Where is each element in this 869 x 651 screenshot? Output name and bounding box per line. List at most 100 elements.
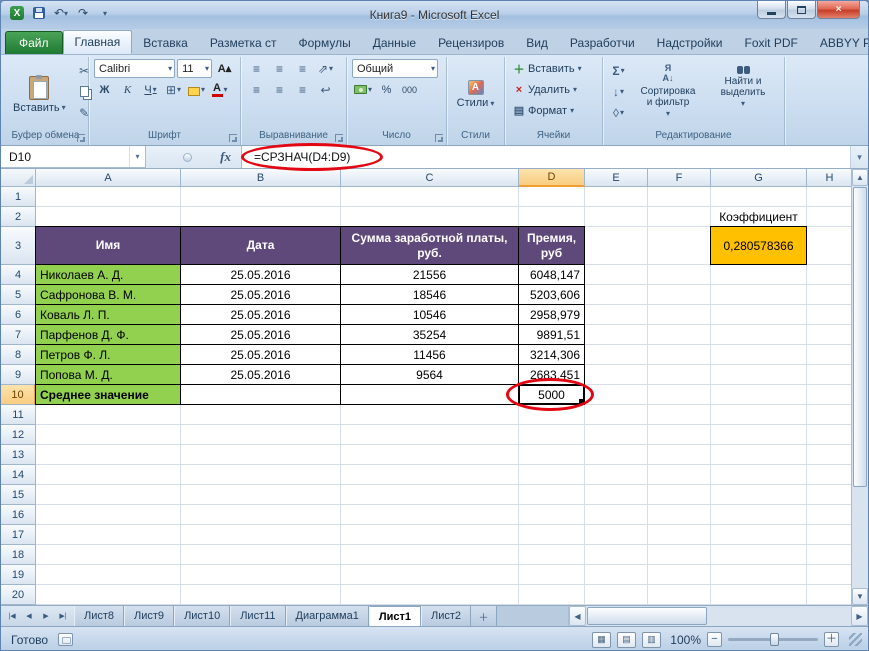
format-cells-button[interactable]: ▤ Формат ▾ — [510, 101, 597, 120]
horizontal-scroll-thumb[interactable] — [587, 607, 707, 625]
redo-button[interactable]: ↷ — [74, 5, 92, 21]
clipboard-dialog-launcher[interactable] — [77, 134, 85, 142]
bold-button[interactable]: Ж — [94, 80, 115, 99]
sort-filter-button[interactable]: Я А↓ Сортировка и фильтр ▾ — [632, 59, 704, 130]
cell-D7[interactable]: 9891,51 — [518, 324, 585, 345]
prev-sheet-icon[interactable]: ◀ — [21, 609, 37, 624]
column-header-E[interactable]: E — [585, 169, 648, 187]
save-button[interactable] — [30, 5, 48, 21]
cell-C3[interactable]: Сумма заработной платы, руб. — [340, 226, 519, 265]
vertical-scroll-track[interactable] — [852, 488, 868, 588]
row-header-4[interactable]: 4 — [1, 265, 36, 285]
scroll-down-icon[interactable]: ▼ — [852, 588, 868, 605]
row-header-5[interactable]: 5 — [1, 285, 36, 305]
cell-G2[interactable]: Коэффициент — [710, 206, 807, 227]
vertical-scrollbar[interactable]: ▲ ▼ — [851, 169, 868, 605]
row-header-16[interactable]: 16 — [1, 505, 36, 525]
orientation-button[interactable]: ⇗ ▾ — [315, 59, 336, 78]
delete-cells-button[interactable]: × Удалить ▾ — [510, 80, 597, 99]
row-header-14[interactable]: 14 — [1, 465, 36, 485]
ribbon-tab-2[interactable]: Вставка — [132, 32, 199, 54]
row-header-9[interactable]: 9 — [1, 365, 36, 385]
cell-B4[interactable]: 25.05.2016 — [180, 264, 341, 285]
undo-button[interactable]: ↶ ▾ — [52, 5, 70, 21]
ribbon-tab-7[interactable]: Вид — [515, 32, 559, 54]
sheet-tab-0[interactable]: Лист8 — [74, 606, 125, 626]
cell-A6[interactable]: Коваль Л. П. — [35, 304, 181, 325]
row-header-11[interactable]: 11 — [1, 405, 36, 425]
name-box[interactable]: D10 ▾ — [1, 146, 146, 168]
ribbon-tab-6[interactable]: Рецензиров — [427, 32, 515, 54]
percent-button[interactable]: % — [376, 80, 397, 99]
column-header-D[interactable]: D — [519, 169, 585, 187]
insert-worksheet-tab[interactable]: ＋ — [471, 606, 497, 626]
row-header-7[interactable]: 7 — [1, 325, 36, 345]
fill-color-button[interactable]: ▾ — [186, 80, 207, 99]
vertical-scroll-thumb[interactable] — [853, 187, 867, 487]
cell-A7[interactable]: Парфенов Д. Ф. — [35, 324, 181, 345]
cell-A10[interactable]: Среднее значение — [35, 384, 181, 405]
last-sheet-icon[interactable]: ▶| — [55, 609, 71, 624]
autosum-button[interactable]: Σ ▾ — [608, 61, 629, 80]
sheet-tab-3[interactable]: Лист11 — [230, 606, 286, 626]
cell-C4[interactable]: 21556 — [340, 264, 519, 285]
zoom-slider[interactable] — [728, 633, 818, 646]
app-icon[interactable]: X — [8, 5, 26, 21]
row-header-17[interactable]: 17 — [1, 525, 36, 545]
macro-record-icon[interactable] — [58, 633, 74, 646]
cell-A4[interactable]: Николаев А. Д. — [35, 264, 181, 285]
cell-D10[interactable]: 5000 — [518, 384, 585, 405]
align-bottom-button[interactable]: ≡ — [292, 59, 313, 78]
ribbon-tab-4[interactable]: Формулы — [288, 32, 362, 54]
row-header-3[interactable]: 3 — [1, 227, 36, 265]
align-left-button[interactable]: ≡ — [246, 80, 267, 99]
row-header-13[interactable]: 13 — [1, 445, 36, 465]
cell-B8[interactable]: 25.05.2016 — [180, 344, 341, 365]
font-dialog-launcher[interactable] — [229, 134, 237, 142]
column-header-G[interactable]: G — [711, 169, 807, 187]
scroll-right-icon[interactable]: ▶ — [851, 606, 868, 626]
cell-D4[interactable]: 6048,147 — [518, 264, 585, 285]
page-layout-view-icon[interactable]: ▤ — [617, 631, 636, 648]
comma-style-button[interactable]: 000 — [399, 80, 420, 99]
resize-grip[interactable] — [849, 633, 862, 646]
column-header-C[interactable]: C — [341, 169, 519, 187]
sheet-tab-2[interactable]: Лист10 — [174, 606, 231, 626]
row-header-15[interactable]: 15 — [1, 485, 36, 505]
horizontal-scrollbar[interactable]: ◀ ▶ — [568, 606, 868, 626]
row-header-18[interactable]: 18 — [1, 545, 36, 565]
font-name-combo[interactable]: Calibri ▾ — [94, 59, 176, 78]
formula-input[interactable]: =СРЗНАЧ(D4:D9) — [241, 146, 850, 168]
cell-C7[interactable]: 35254 — [340, 324, 519, 345]
cell-D9[interactable]: 2683,451 — [518, 364, 585, 385]
select-all-corner[interactable] — [1, 169, 36, 187]
next-sheet-icon[interactable]: ▶ — [38, 609, 54, 624]
cell-G3[interactable]: 0,280578366 — [710, 226, 807, 265]
font-color-button[interactable]: А ▾ — [209, 80, 230, 99]
insert-function-button[interactable]: fx — [214, 149, 237, 165]
scroll-left-icon[interactable]: ◀ — [569, 606, 586, 626]
cell-C10[interactable] — [340, 384, 519, 405]
zoom-out-button[interactable]: − — [707, 632, 722, 647]
horizontal-scroll-track[interactable] — [708, 606, 851, 626]
cell-C9[interactable]: 9564 — [340, 364, 519, 385]
row-header-2[interactable]: 2 — [1, 207, 36, 227]
ribbon-tab-3[interactable]: Разметка ст — [199, 32, 288, 54]
grow-font-button[interactable]: А▴ — [214, 59, 235, 78]
formula-bar-splitter[interactable] — [183, 152, 193, 162]
cell-B9[interactable]: 25.05.2016 — [180, 364, 341, 385]
worksheet-grid[interactable]: A B C D E F G H 1 2 3 4 5 6 7 8 9 10 11 12 13 14 15 16 17 18 19 20 К… — [1, 169, 853, 605]
cell-C5[interactable]: 18546 — [340, 284, 519, 305]
sheet-tab-6[interactable]: Лист2 — [420, 606, 471, 626]
cell-B5[interactable]: 25.05.2016 — [180, 284, 341, 305]
align-center-button[interactable]: ≡ — [269, 80, 290, 99]
maximize-button[interactable] — [787, 1, 816, 19]
ribbon-tab-1[interactable]: Главная — [62, 30, 133, 54]
ribbon-tab-8[interactable]: Разработчи — [559, 32, 646, 54]
align-top-button[interactable]: ≡ — [246, 59, 267, 78]
alignment-dialog-launcher[interactable] — [335, 134, 343, 142]
cell-D5[interactable]: 5203,606 — [518, 284, 585, 305]
ribbon-tab-11[interactable]: ABBYY PDF T — [809, 32, 868, 54]
cell-C6[interactable]: 10546 — [340, 304, 519, 325]
fill-button[interactable]: ↓ ▾ — [608, 82, 629, 101]
